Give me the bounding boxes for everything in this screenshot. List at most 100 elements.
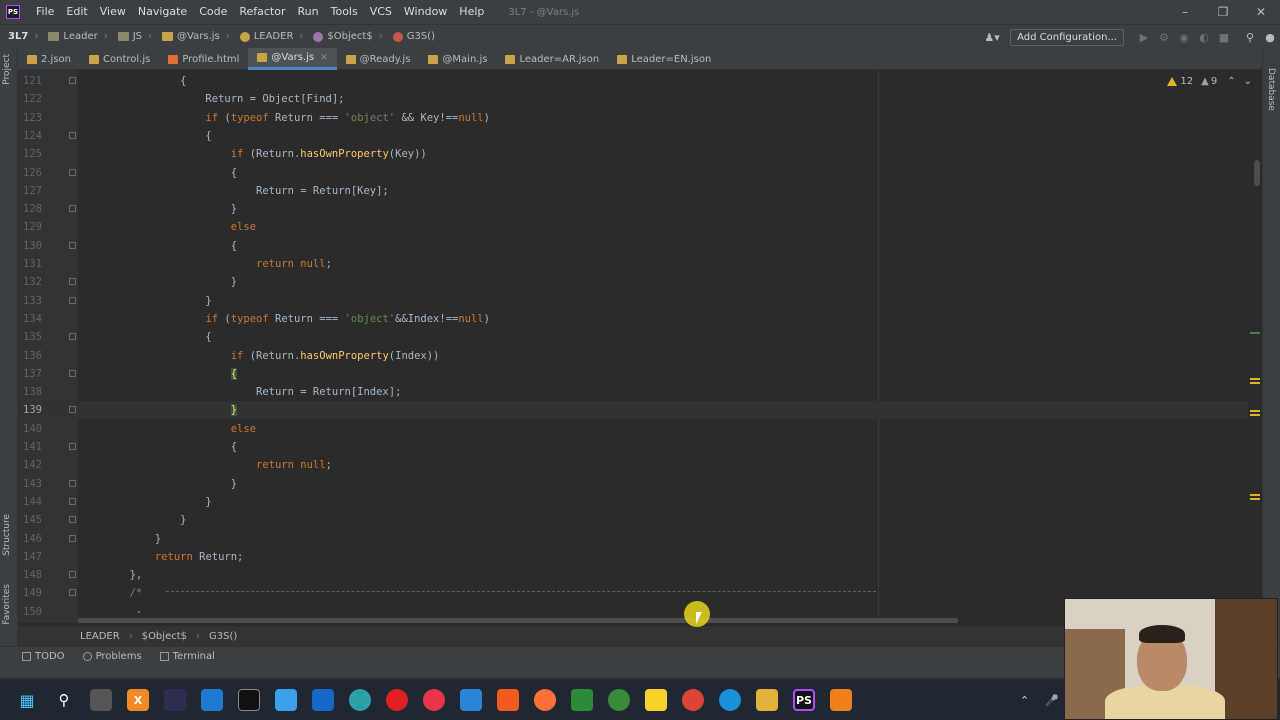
- code-line[interactable]: 141 {: [18, 438, 1248, 456]
- coverage-icon[interactable]: ◉: [1174, 31, 1194, 44]
- code-text[interactable]: Return = Object[Find];: [79, 90, 344, 108]
- code-text[interactable]: else: [79, 420, 256, 438]
- terminal-icon[interactable]: [238, 689, 260, 711]
- code-text[interactable]: if (Return.hasOwnProperty(Index)): [79, 347, 440, 365]
- recorder-icon[interactable]: [830, 689, 852, 711]
- menu-navigate[interactable]: Navigate: [132, 0, 193, 24]
- code-line[interactable]: 134 if (typeof Return === 'object'&&Inde…: [18, 310, 1248, 328]
- project-tool-button[interactable]: Project: [2, 54, 12, 85]
- structure-tool-button[interactable]: Structure: [2, 514, 12, 556]
- warning-marker[interactable]: [1250, 494, 1260, 496]
- code-text[interactable]: /*: [79, 584, 149, 602]
- tab-ready-js[interactable]: @Ready.js: [337, 48, 420, 70]
- photos-icon[interactable]: [275, 689, 297, 711]
- breadcrumb-variable[interactable]: LEADER ›: [235, 31, 309, 42]
- menu-file[interactable]: File: [30, 0, 60, 24]
- close-tab-icon[interactable]: ✕: [320, 53, 328, 63]
- excel-icon[interactable]: [571, 689, 593, 711]
- breadcrumb-object[interactable]: $Object$ ›: [308, 31, 387, 42]
- fold-marker-icon[interactable]: [69, 516, 76, 524]
- breadcrumb-method-bottom[interactable]: G3S(): [209, 631, 246, 642]
- code-line[interactable]: 131 return null;: [18, 255, 1248, 273]
- edge-dev-icon[interactable]: [349, 689, 371, 711]
- fold-marker-icon[interactable]: [69, 333, 76, 341]
- code-text[interactable]: }: [79, 273, 237, 291]
- code-text[interactable]: }: [79, 401, 238, 419]
- database-tool-button[interactable]: Database: [1266, 68, 1276, 111]
- code-text[interactable]: else: [79, 218, 256, 236]
- code-text[interactable]: }: [79, 292, 211, 310]
- stop-icon[interactable]: ■: [1214, 31, 1234, 44]
- code-line[interactable]: 142 return null;: [18, 456, 1248, 474]
- brave-icon[interactable]: [497, 689, 519, 711]
- warning-marker[interactable]: [1250, 378, 1260, 380]
- code-line[interactable]: 132 }: [18, 273, 1248, 291]
- code-line[interactable]: 126 {: [18, 164, 1248, 182]
- firefox-icon[interactable]: [534, 689, 556, 711]
- code-line[interactable]: 133 }: [18, 292, 1248, 310]
- code-text[interactable]: {: [79, 438, 237, 456]
- close-icon[interactable]: ✕: [1242, 0, 1280, 24]
- code-text[interactable]: }: [79, 530, 161, 548]
- menu-vcs[interactable]: VCS: [364, 0, 398, 24]
- app-icon[interactable]: [164, 689, 186, 711]
- code-text[interactable]: return null;: [79, 255, 332, 273]
- warning-marker[interactable]: [1250, 410, 1260, 412]
- code-line[interactable]: 136 if (Return.hasOwnProperty(Index)): [18, 347, 1248, 365]
- code-text[interactable]: }: [79, 200, 237, 218]
- fold-marker-icon[interactable]: [69, 241, 76, 249]
- code-line[interactable]: 122 Return = Object[Find];: [18, 90, 1248, 108]
- code-line[interactable]: 138 Return = Return[Index];: [18, 383, 1248, 401]
- fold-marker-icon[interactable]: [69, 497, 76, 505]
- code-line[interactable]: 147 return Return;: [18, 548, 1248, 566]
- fold-marker-icon[interactable]: [69, 589, 76, 597]
- code-text[interactable]: return Return;: [79, 548, 244, 566]
- code-text[interactable]: }: [79, 511, 186, 529]
- code-text[interactable]: -: [79, 603, 142, 621]
- file-explorer-icon[interactable]: [756, 689, 778, 711]
- favorites-tool-button[interactable]: Favorites: [2, 584, 12, 625]
- fold-marker-icon[interactable]: [69, 534, 76, 542]
- change-marker[interactable]: [1250, 332, 1260, 334]
- app-icon[interactable]: [423, 689, 445, 711]
- fold-marker-icon[interactable]: [69, 278, 76, 286]
- breadcrumb-object-bottom[interactable]: $Object$ ›: [142, 631, 209, 642]
- edge-icon[interactable]: [719, 689, 741, 711]
- code-text[interactable]: if (typeof Return === 'object' && Key!==…: [79, 109, 490, 127]
- store-icon[interactable]: [201, 689, 223, 711]
- search-icon[interactable]: ⚲: [53, 689, 75, 711]
- breadcrumb-js[interactable]: JS ›: [113, 31, 157, 42]
- code-text[interactable]: return null;: [79, 456, 332, 474]
- terminal-tool-button[interactable]: Terminal: [159, 651, 215, 662]
- tab-main-js[interactable]: @Main.js: [419, 48, 496, 70]
- code-text[interactable]: {: [79, 72, 186, 90]
- opera-icon[interactable]: [386, 689, 408, 711]
- menu-refactor[interactable]: Refactor: [233, 0, 291, 24]
- vertical-scrollbar-thumb[interactable]: [1254, 160, 1260, 186]
- code-text[interactable]: }: [79, 475, 237, 493]
- run-icon[interactable]: ▶: [1134, 31, 1154, 44]
- profile-icon[interactable]: ◐: [1194, 31, 1214, 44]
- user-icon[interactable]: ♟▾: [982, 31, 1002, 44]
- fold-marker-icon[interactable]: [69, 296, 76, 304]
- code-line[interactable]: 135 {: [18, 328, 1248, 346]
- chevron-up-icon[interactable]: ⌃: [1020, 694, 1029, 707]
- code-line[interactable]: 123 if (typeof Return === 'object' && Ke…: [18, 109, 1248, 127]
- code-text[interactable]: },: [79, 566, 143, 584]
- breadcrumb-file[interactable]: @Vars.js ›: [157, 31, 235, 42]
- mail-icon[interactable]: [312, 689, 334, 711]
- code-text[interactable]: Return = Return[Key];: [79, 182, 389, 200]
- search-icon[interactable]: ⚲: [1240, 31, 1260, 44]
- code-line[interactable]: 146 }: [18, 530, 1248, 548]
- sticky-notes-icon[interactable]: [645, 689, 667, 711]
- notepad-icon[interactable]: [460, 689, 482, 711]
- code-text[interactable]: {: [79, 127, 211, 145]
- code-line[interactable]: 130 {: [18, 237, 1248, 255]
- menu-window[interactable]: Window: [398, 0, 453, 24]
- fold-marker-icon[interactable]: [69, 443, 76, 450]
- warning-marker[interactable]: [1250, 382, 1260, 384]
- task-view-icon[interactable]: [90, 689, 112, 711]
- fold-marker-icon[interactable]: [69, 77, 76, 84]
- menu-run[interactable]: Run: [292, 0, 325, 24]
- code-line[interactable]: 127 Return = Return[Key];: [18, 182, 1248, 200]
